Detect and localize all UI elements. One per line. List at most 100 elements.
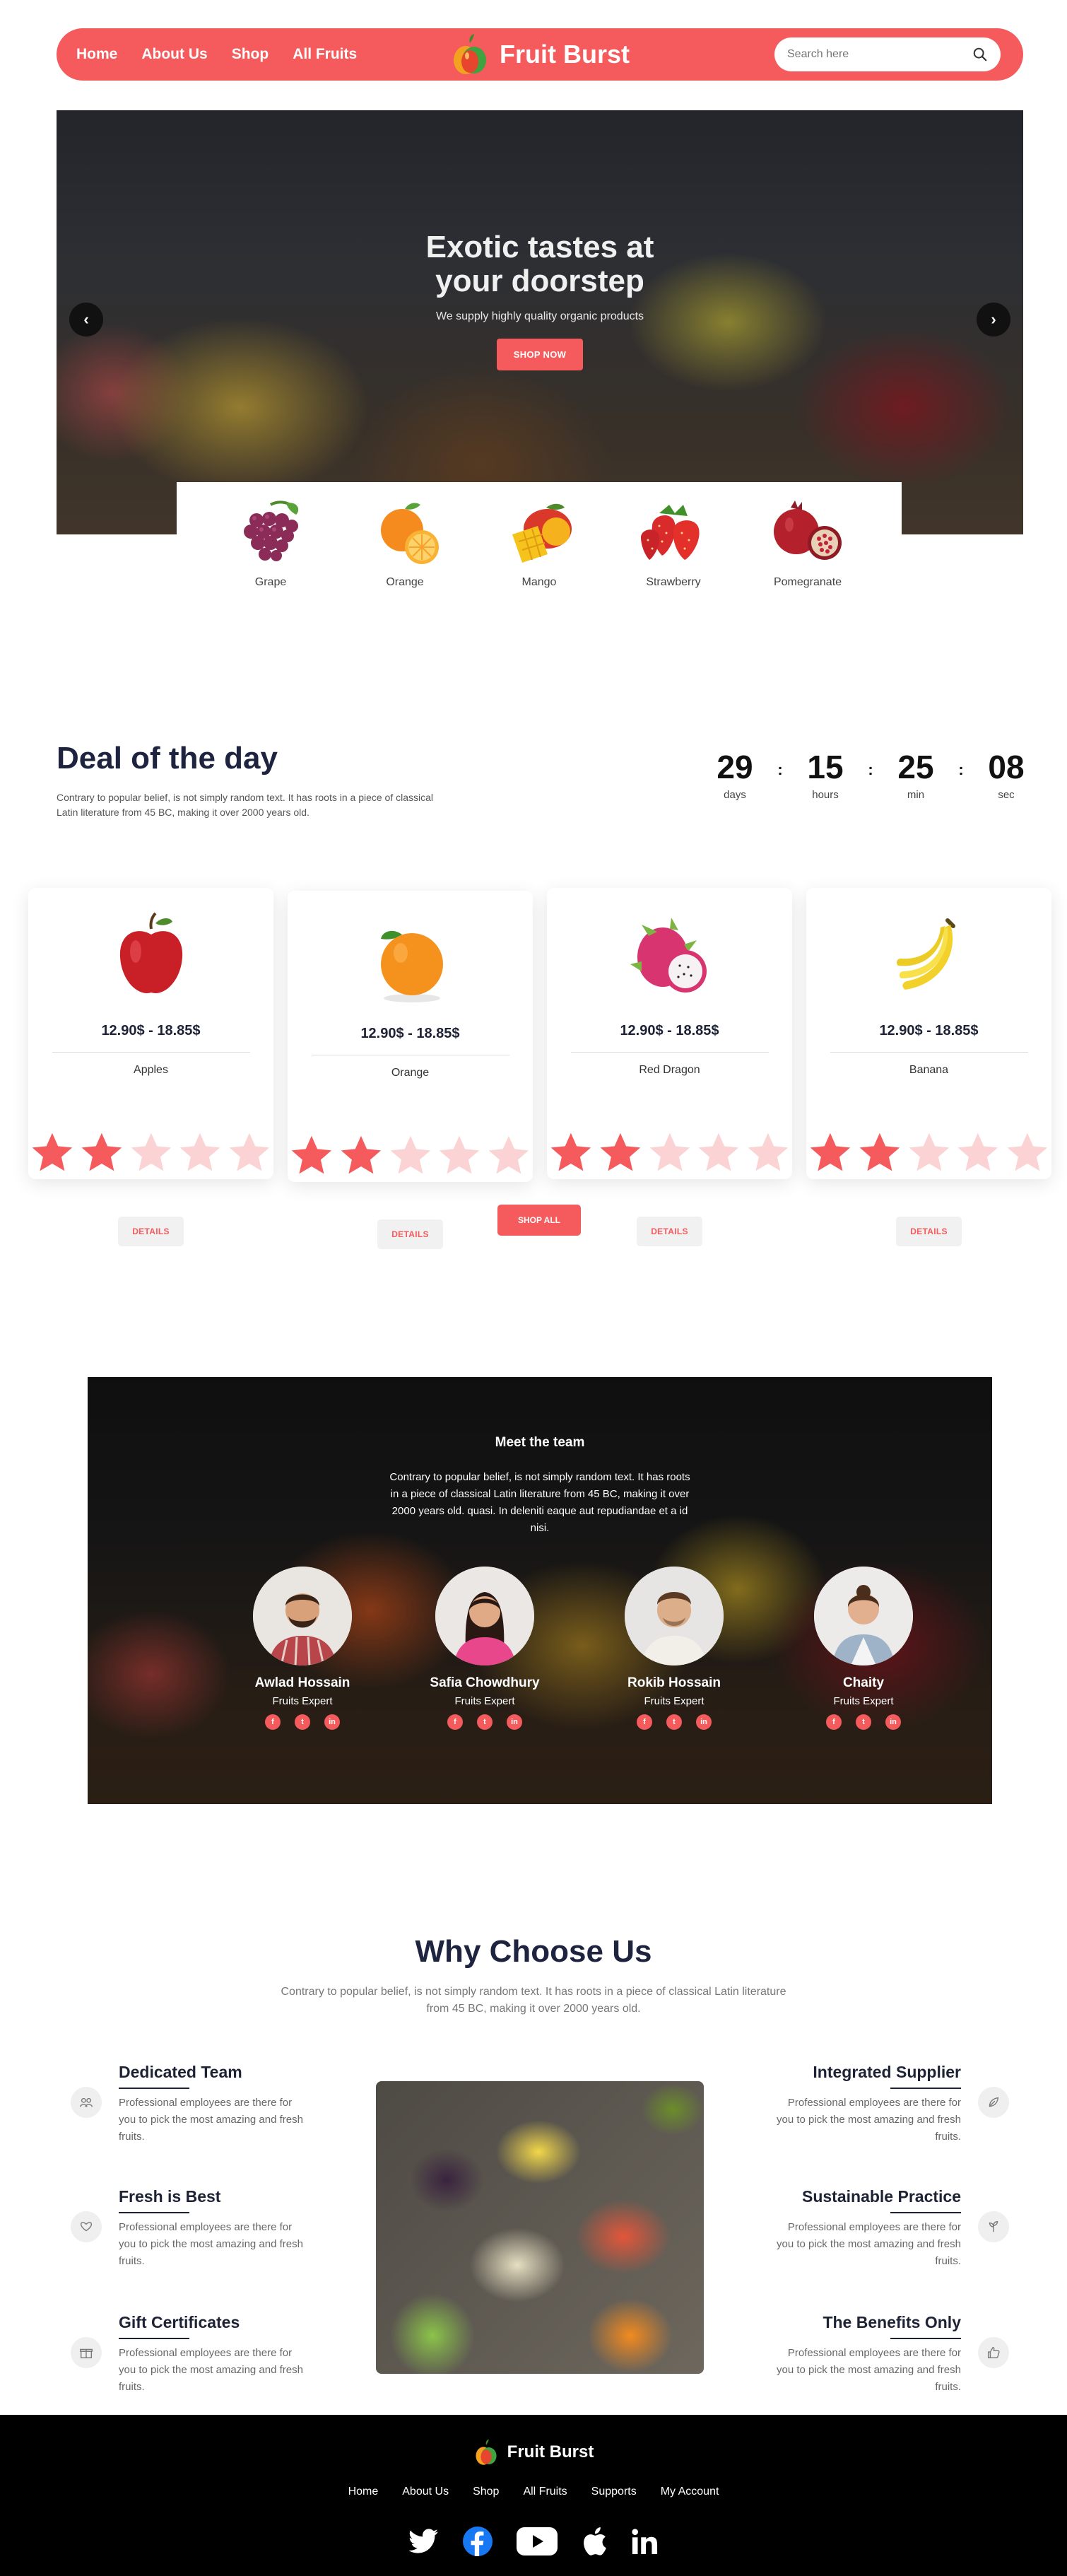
brand-name: Fruit Burst [500, 40, 630, 69]
footer-link-all-fruits[interactable]: All Fruits [523, 2486, 567, 2498]
countdown-timer: 29 days : 15 hours : 25 min : 08 sec [707, 751, 1034, 801]
star-empty-icon [229, 1132, 270, 1171]
hero-banner: Exotic tastes at your doorstep We supply… [57, 110, 1023, 534]
product-price: 12.90$ - 18.85$ [101, 1023, 201, 1038]
divider [890, 2088, 961, 2089]
member-name: Rokib Hossain [627, 1675, 721, 1690]
footer-link-home[interactable]: Home [348, 2486, 379, 2498]
star-filled-icon [600, 1132, 640, 1171]
twitter-icon[interactable]: t [295, 1714, 310, 1730]
facebook-icon[interactable] [463, 2527, 493, 2556]
chevron-right-icon[interactable]: › [977, 303, 1010, 336]
category-pomegranate[interactable]: Pomegranate [741, 482, 875, 602]
footer-link-about[interactable]: About Us [402, 2486, 449, 2498]
why-item-text: Professional employees are there for you… [777, 2347, 961, 2393]
chevron-left-icon[interactable]: ‹ [69, 303, 103, 336]
why-item-text: Professional employees are there for you… [119, 2221, 303, 2267]
product-card-orange[interactable]: 12.90$ - 18.85$ Orange DETAILS [288, 891, 533, 1249]
facebook-icon[interactable]: f [637, 1714, 652, 1730]
member-socials: f t in [390, 1714, 579, 1730]
avatar [625, 1567, 724, 1665]
twitter-icon[interactable]: t [856, 1714, 871, 1730]
why-item-sustainable-practice: Sustainable Practice Professional employ… [763, 2187, 961, 2270]
team-section: Meet the team Contrary to popular belief… [88, 1377, 992, 1804]
strawberry-icon [641, 505, 700, 560]
product-card-apples[interactable]: 12.90$ - 18.85$ Apples DETAILS [28, 888, 273, 1246]
footer-links: Home About Us Shop All Fruits Supports M… [0, 2486, 1067, 2498]
linkedin-icon[interactable]: in [324, 1714, 340, 1730]
team-title: Meet the team [495, 1435, 585, 1450]
nav-home-link[interactable]: Home [76, 46, 117, 63]
youtube-icon[interactable] [517, 2527, 558, 2556]
thumbs-up-icon [978, 2337, 1009, 2368]
footer-link-shop[interactable]: Shop [473, 2486, 499, 2498]
orange-icon [380, 930, 443, 1002]
star-filled-icon [81, 1132, 122, 1171]
apple-icon[interactable] [582, 2527, 607, 2556]
search-box[interactable] [774, 37, 1001, 71]
rating-stars [547, 1084, 792, 1202]
footer-link-my-account[interactable]: My Account [661, 2486, 719, 2498]
category-mango[interactable]: Mango [472, 482, 606, 602]
member-socials: f t in [769, 1714, 958, 1730]
facebook-icon[interactable]: f [826, 1714, 842, 1730]
hero-title: Exotic tastes at your doorstep [425, 230, 654, 299]
search-input[interactable] [787, 48, 972, 61]
brand-logo[interactable]: Fruit Burst [450, 33, 630, 76]
linkedin-icon[interactable]: in [696, 1714, 712, 1730]
countdown-separator: : [868, 761, 873, 778]
twitter-icon[interactable]: t [666, 1714, 682, 1730]
countdown-separator: : [777, 761, 783, 778]
twitter-icon[interactable]: t [477, 1714, 493, 1730]
member-name: Safia Chowdhury [430, 1675, 540, 1690]
shop-all-button[interactable]: SHOP ALL [497, 1205, 581, 1236]
product-card-red-dragon[interactable]: 12.90$ - 18.85$ Red Dragon DETAILS [547, 888, 792, 1246]
linkedin-icon[interactable] [631, 2527, 658, 2556]
nav-shop-link[interactable]: Shop [232, 46, 269, 63]
apple-icon [119, 912, 182, 993]
footer-link-supports[interactable]: Supports [591, 2486, 637, 2498]
star-empty-icon [909, 1132, 949, 1171]
team-member: Chaity Fruits Expert f t in [769, 1567, 958, 1730]
twitter-icon[interactable] [409, 2527, 439, 2556]
star-empty-icon [649, 1132, 690, 1171]
team-member: Awlad Hossain Fruits Expert f t in [208, 1567, 397, 1730]
nav-about-link[interactable]: About Us [141, 46, 207, 63]
product-name: Banana [909, 1064, 949, 1076]
product-card-banana[interactable]: 12.90$ - 18.85$ Banana DETAILS [806, 888, 1051, 1246]
countdown-days: 29 days [707, 751, 763, 801]
nav-all-fruits-link[interactable]: All Fruits [293, 46, 357, 63]
linkedin-icon[interactable]: in [507, 1714, 522, 1730]
product-name: Orange [391, 1067, 430, 1079]
details-button[interactable]: DETAILS [637, 1217, 702, 1246]
why-item-title: Gift Certificates [119, 2313, 240, 2331]
details-button[interactable]: DETAILS [118, 1217, 184, 1246]
divider [890, 2338, 961, 2339]
linkedin-icon[interactable]: in [885, 1714, 901, 1730]
category-bar: Grape Orange Mango Strawberry Pomegranat… [177, 482, 902, 602]
shop-now-button[interactable]: SHOP NOW [496, 338, 584, 370]
facebook-icon[interactable]: f [447, 1714, 463, 1730]
banana-icon [896, 918, 955, 990]
divider [119, 2212, 189, 2213]
facebook-icon[interactable]: f [265, 1714, 281, 1730]
fruit-logo-icon [454, 34, 486, 74]
avatar [814, 1567, 913, 1665]
mango-icon [512, 503, 572, 563]
team-member: Safia Chowdhury Fruits Expert f t in [390, 1567, 579, 1730]
details-button[interactable]: DETAILS [377, 1219, 443, 1249]
member-role: Fruits Expert [454, 1695, 515, 1707]
team-members: Awlad Hossain Fruits Expert f t in Safia… [208, 1567, 958, 1730]
footer-brand[interactable]: Fruit Burst [0, 2439, 1067, 2466]
category-grape[interactable]: Grape [204, 482, 338, 602]
details-button[interactable]: DETAILS [896, 1217, 962, 1246]
search-icon[interactable] [972, 47, 988, 62]
deal-description: Contrary to popular belief, is not simpl… [57, 792, 434, 818]
star-filled-icon [810, 1132, 851, 1171]
category-strawberry[interactable]: Strawberry [606, 482, 741, 602]
fruit-platter-image [376, 2081, 704, 2374]
orange-icon [381, 503, 439, 564]
star-filled-icon [341, 1135, 381, 1174]
category-orange[interactable]: Orange [338, 482, 472, 602]
sprout-icon [978, 2211, 1009, 2242]
